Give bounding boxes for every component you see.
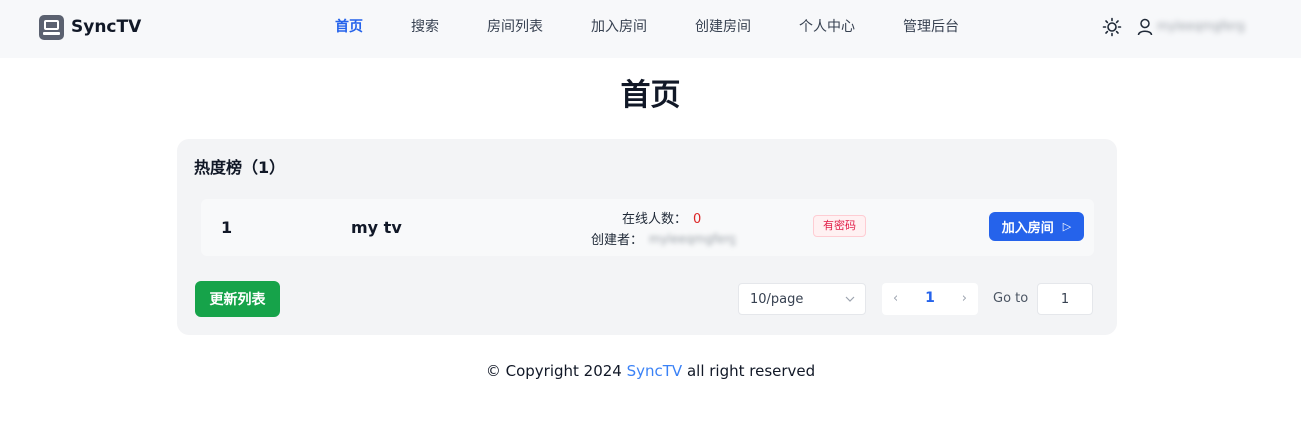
copyright-suffix: all right reserved <box>682 362 816 380</box>
room-rank: 1 <box>221 218 233 237</box>
join-room-button[interactable]: 加入房间 ▷ <box>989 212 1084 241</box>
creator-name: myleeqmgferg <box>649 231 736 246</box>
hot-list-title: 热度榜（1） <box>194 158 286 177</box>
footer: © Copyright 2024 SyncTV all right reserv… <box>0 362 1301 380</box>
tv-logo-icon <box>39 14 64 40</box>
refresh-list-button[interactable]: 更新列表 <box>195 281 280 317</box>
nav-item-admin[interactable]: 管理后台 <box>903 18 959 36</box>
online-count-value: 0 <box>693 212 702 227</box>
footer-synctv-link[interactable]: SyncTV <box>627 362 683 380</box>
online-label: 在线人数： <box>622 212 688 227</box>
goto-page-input[interactable] <box>1037 283 1093 315</box>
password-badge: 有密码 <box>813 215 866 237</box>
brand-name: SyncTV <box>71 17 142 37</box>
hot-list-card: 热度榜（1） 1 my tv 在线人数： 0 创建者： myleeqmgferg … <box>177 139 1117 335</box>
join-room-label: 加入房间 <box>1001 221 1054 236</box>
nav-item-search[interactable]: 搜索 <box>411 18 439 36</box>
room-name: my tv <box>351 218 402 237</box>
nav-item-room-list[interactable]: 房间列表 <box>487 18 543 36</box>
nav-item-create-room[interactable]: 创建房间 <box>695 18 751 36</box>
next-page-icon[interactable]: › <box>962 291 967 306</box>
creator: 创建者： myleeqmgferg <box>591 229 736 249</box>
page-size-value: 10/page <box>750 292 804 307</box>
sun-icon[interactable] <box>1102 17 1122 37</box>
page-size-select[interactable]: 10/page <box>738 283 866 315</box>
nav-item-join-room[interactable]: 加入房间 <box>591 18 647 36</box>
goto-label: Go to <box>993 291 1029 306</box>
nav-item-profile[interactable]: 个人中心 <box>799 18 855 36</box>
chevron-down-icon <box>845 296 855 302</box>
room-row: 1 my tv 在线人数： 0 创建者： myleeqmgferg 有密码 加入房… <box>201 199 1094 256</box>
play-icon: ▷ <box>1062 220 1072 233</box>
username-label[interactable]: myleeqmgferg <box>1157 19 1259 35</box>
copyright-text: © Copyright 2024 <box>485 362 627 380</box>
online-count: 在线人数： 0 <box>622 208 701 227</box>
page-title: 首页 <box>620 78 681 113</box>
creator-label: 创建者： <box>591 233 644 248</box>
user-icon[interactable] <box>1137 18 1153 36</box>
top-navbar: SyncTV 首页 搜索 房间列表 加入房间 创建房间 个人中心 管理后台 my… <box>0 0 1301 58</box>
brand[interactable]: SyncTV <box>39 14 141 40</box>
nav-item-home[interactable]: 首页 <box>335 18 363 36</box>
pagination: ‹ 1 › <box>882 283 978 315</box>
